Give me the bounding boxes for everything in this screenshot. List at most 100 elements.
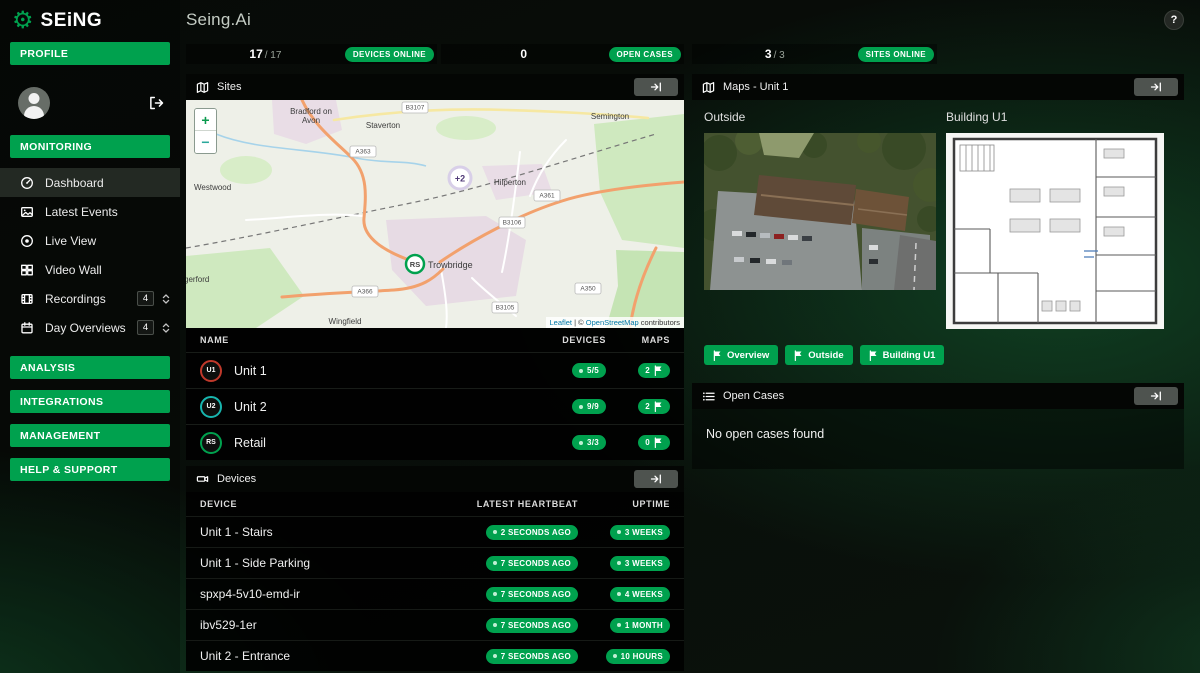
svg-text:A350: A350 bbox=[580, 286, 596, 293]
maps-icon bbox=[702, 81, 715, 94]
analysis-section-button[interactable]: ANALYSIS bbox=[10, 356, 170, 379]
open-cases-panel-header: Open Cases bbox=[692, 383, 1184, 409]
devices-export-button[interactable] bbox=[634, 470, 678, 488]
attribution-separator: | © bbox=[572, 318, 586, 327]
app-root: ⚙ SEiNG PROFILE MONITORING Dashboard Lat… bbox=[0, 0, 1200, 673]
road-shield: B3106 bbox=[499, 217, 525, 228]
overview-map-button[interactable]: Overview bbox=[704, 345, 778, 365]
map-label-trowbridge: Trowbridge bbox=[428, 260, 473, 270]
devices-count-pill: 5/5 bbox=[572, 363, 606, 378]
map-canvas[interactable]: B3107 A363 B3106 A361 A366 B3105 A350 Br… bbox=[186, 100, 684, 328]
stepper-icon[interactable] bbox=[160, 293, 172, 305]
sites-online-badge: Sites online bbox=[858, 47, 934, 62]
stat-value: 3 bbox=[765, 47, 772, 61]
logout-icon bbox=[148, 95, 164, 111]
building-u1-floorplan-image[interactable] bbox=[946, 133, 1164, 329]
sidebar-item-day-overviews[interactable]: Day Overviews 4 bbox=[0, 313, 180, 342]
map-label-westwood: Westwood bbox=[194, 183, 231, 192]
map-label-gerford: gerford bbox=[186, 275, 209, 284]
col-name: NAME bbox=[200, 335, 510, 345]
sidebar-item-label: Recordings bbox=[45, 292, 106, 306]
col-maps: MAPS bbox=[606, 335, 670, 345]
sidebar-item-dashboard[interactable]: Dashboard bbox=[0, 168, 180, 197]
devices-table-header: DEVICE LATEST HEARTBEAT UPTIME bbox=[186, 492, 684, 516]
sidebar-item-recordings[interactable]: Recordings 4 bbox=[0, 284, 180, 313]
maps-export-button[interactable] bbox=[1134, 78, 1178, 96]
map-label-wingfield: Wingfield bbox=[329, 317, 362, 326]
svg-text:A363: A363 bbox=[355, 149, 371, 156]
help-support-section-button[interactable]: HELP & SUPPORT bbox=[10, 458, 170, 481]
svg-text:A366: A366 bbox=[357, 289, 373, 296]
sidebar-item-live-view[interactable]: Live View bbox=[0, 226, 180, 255]
sidebar-item-video-wall[interactable]: Video Wall bbox=[0, 255, 180, 284]
zoom-in-button[interactable]: + bbox=[195, 109, 216, 131]
heartbeat-pill: 7 SECONDS AGO bbox=[486, 556, 578, 571]
devices-online-badge: Devices online bbox=[345, 47, 434, 62]
stepper-icon[interactable] bbox=[160, 322, 172, 334]
road-shield: A363 bbox=[350, 146, 376, 157]
maps-panel-title: Maps - Unit 1 bbox=[723, 81, 788, 93]
sites-panel-header: Sites bbox=[186, 74, 684, 100]
maps-count-pill: 2 bbox=[638, 399, 670, 414]
open-cases-panel-title: Open Cases bbox=[723, 390, 784, 402]
leaflet-link[interactable]: Leaflet bbox=[550, 318, 573, 327]
flag-icon bbox=[794, 350, 803, 361]
top-bar: Seing.Ai ? bbox=[186, 0, 1184, 40]
avatar[interactable] bbox=[18, 87, 50, 119]
device-name: ibv529-1er bbox=[200, 618, 398, 632]
stats-row: 17/ 17 Devices online 0 Open Cases 3/ 3 … bbox=[186, 44, 1184, 64]
sidebar-item-label: Dashboard bbox=[45, 176, 104, 190]
heartbeat-pill: 2 SECONDS AGO bbox=[486, 525, 578, 540]
logout-button[interactable] bbox=[148, 95, 164, 111]
sites-map[interactable]: + − bbox=[186, 100, 684, 328]
map-label-hilperton: Hilperton bbox=[494, 178, 526, 187]
page-title: Seing.Ai bbox=[186, 10, 251, 30]
flag-icon bbox=[654, 437, 663, 448]
export-icon bbox=[1150, 81, 1162, 93]
road-shield: B3105 bbox=[492, 302, 518, 313]
flag-icon bbox=[654, 401, 663, 412]
map-label-bradford: Bradford on bbox=[290, 107, 332, 116]
device-name: Unit 1 - Stairs bbox=[200, 525, 398, 539]
zoom-out-button[interactable]: − bbox=[195, 131, 216, 153]
devices-panel-header: Devices bbox=[186, 466, 684, 492]
site-row-unit2[interactable]: U2 Unit 2 9/9 2 bbox=[186, 388, 684, 424]
map-zoom-control: + − bbox=[194, 108, 217, 154]
profile-button[interactable]: PROFILE bbox=[10, 42, 170, 65]
site-row-unit1[interactable]: U1 Unit 1 5/5 2 bbox=[186, 352, 684, 388]
site-name: Unit 1 bbox=[234, 364, 267, 378]
map-label-bradford-2: Avon bbox=[302, 116, 320, 125]
sites-export-button[interactable] bbox=[634, 78, 678, 96]
outside-map-button[interactable]: Outside bbox=[785, 345, 852, 365]
logo-gear-icon: ⚙ bbox=[12, 9, 34, 33]
map-cluster-marker[interactable]: +2 bbox=[449, 167, 471, 189]
device-row[interactable]: Unit 1 - Side Parking 7 SECONDS AGO 3 WE… bbox=[186, 547, 684, 578]
map-label-staverton: Staverton bbox=[366, 121, 400, 130]
device-row[interactable]: Unit 2 - Entrance 7 SECONDS AGO 10 HOURS bbox=[186, 640, 684, 671]
osm-link[interactable]: OpenStreetMap bbox=[586, 318, 639, 327]
site-row-retail[interactable]: RS Retail 3/3 0 bbox=[186, 424, 684, 460]
device-row[interactable]: Unit 1 - Stairs 2 SECONDS AGO 3 WEEKS bbox=[186, 516, 684, 547]
device-row[interactable]: ibv529-1er 7 SECONDS AGO 1 MONTH bbox=[186, 609, 684, 640]
device-row[interactable]: spxp4-5v10-emd-ir 7 SECONDS AGO 4 WEEKS bbox=[186, 578, 684, 609]
open-cases-list-icon bbox=[702, 390, 715, 403]
heartbeat-pill: 7 SECONDS AGO bbox=[486, 618, 578, 633]
building-u1-map-button[interactable]: Building U1 bbox=[860, 345, 945, 365]
integrations-section-button[interactable]: INTEGRATIONS bbox=[10, 390, 170, 413]
export-icon bbox=[650, 81, 662, 93]
flag-icon bbox=[654, 365, 663, 376]
open-cases-export-button[interactable] bbox=[1134, 387, 1178, 405]
sidebar-item-latest-events[interactable]: Latest Events bbox=[0, 197, 180, 226]
monitoring-section-button[interactable]: MONITORING bbox=[10, 135, 170, 158]
uptime-pill: 4 WEEKS bbox=[610, 587, 670, 602]
management-section-button[interactable]: MANAGEMENT bbox=[10, 424, 170, 447]
devices-camera-icon bbox=[196, 473, 209, 486]
outside-aerial-image[interactable] bbox=[704, 133, 936, 290]
day-overviews-count-badge: 4 bbox=[137, 320, 154, 335]
help-button[interactable]: ? bbox=[1164, 10, 1184, 30]
sites-panel-title: Sites bbox=[217, 81, 241, 93]
svg-text:B3106: B3106 bbox=[503, 220, 522, 227]
map-site-marker-rs[interactable]: RS bbox=[406, 255, 424, 273]
site-initials-badge: RS bbox=[200, 432, 222, 454]
site-initials-badge: U1 bbox=[200, 360, 222, 382]
